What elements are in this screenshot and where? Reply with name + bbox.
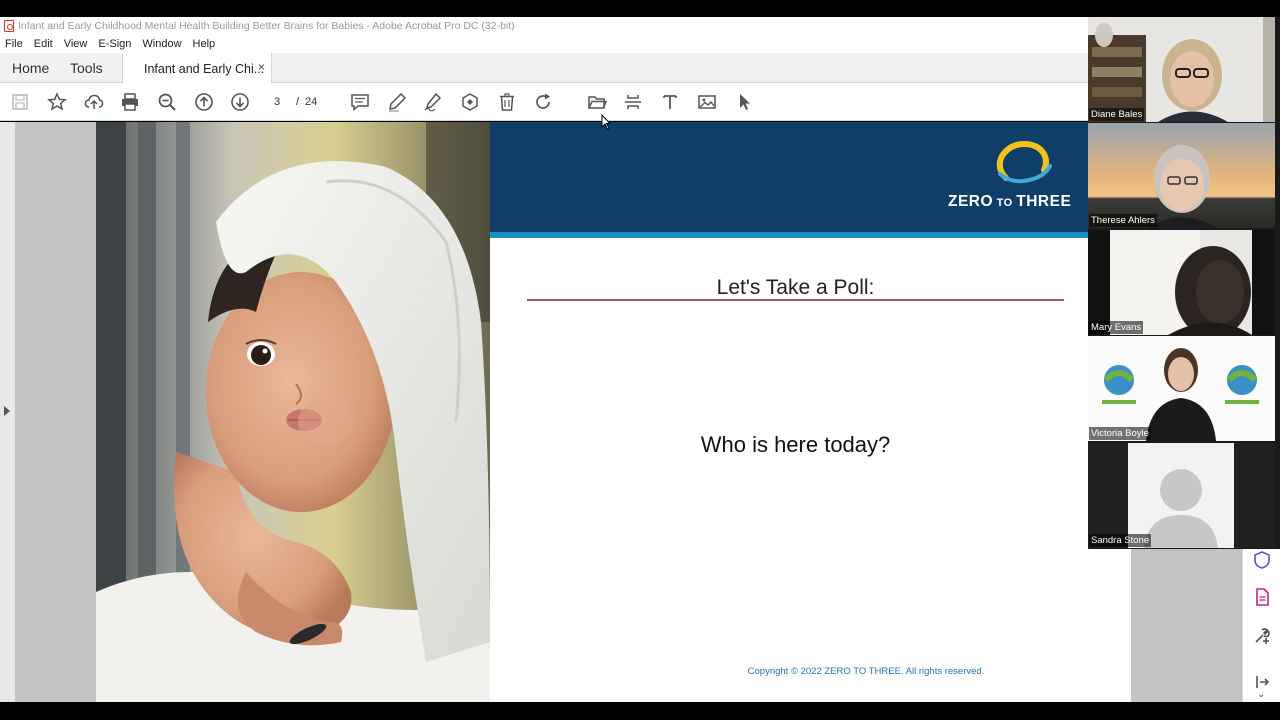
acrobat-pdf-icon bbox=[4, 20, 14, 32]
highlight-pen-icon[interactable] bbox=[386, 91, 408, 113]
protect-shield-icon[interactable] bbox=[1253, 551, 1271, 569]
slide-question: Who is here today? bbox=[700, 432, 891, 457]
menu-view[interactable]: View bbox=[64, 38, 88, 50]
menu-bar: File Edit View E-Sign Window Help bbox=[0, 35, 1088, 53]
next-page-icon[interactable] bbox=[229, 91, 251, 113]
stamp-icon[interactable] bbox=[459, 91, 481, 113]
video-tile-therese[interactable]: Therese Ahlers bbox=[1088, 123, 1275, 228]
previous-page-icon[interactable] bbox=[193, 91, 215, 113]
select-cursor-icon[interactable] bbox=[733, 91, 755, 113]
more-tools-icon[interactable] bbox=[1253, 627, 1271, 645]
participant-name: Diane Bales bbox=[1089, 108, 1145, 121]
expand-pane-arrow-icon[interactable] bbox=[4, 406, 10, 416]
screen: Infant and Early Childhood Mental Health… bbox=[0, 0, 1280, 720]
slide-title: Let's Take a Poll: bbox=[716, 276, 875, 299]
zoom-out-icon[interactable] bbox=[156, 91, 178, 113]
right-tools-pane: ⌄ bbox=[1242, 549, 1280, 702]
tab-tools[interactable]: Tools bbox=[70, 53, 103, 83]
add-image-icon[interactable] bbox=[696, 91, 718, 113]
comment-icon[interactable] bbox=[349, 91, 371, 113]
close-tab-icon[interactable]: × bbox=[258, 60, 265, 74]
save-icon[interactable] bbox=[9, 91, 31, 113]
menu-esign[interactable]: E-Sign bbox=[98, 38, 131, 50]
tab-document[interactable]: Infant and Early Chi... × bbox=[122, 53, 272, 84]
tab-document-label: Infant and Early Chi... bbox=[144, 61, 265, 76]
menu-file[interactable]: File bbox=[5, 38, 23, 50]
title-underline bbox=[527, 299, 1064, 301]
page-number-input[interactable]: 3 bbox=[262, 92, 292, 112]
pdf-page: ZERO TO THREE Let's Take a Poll: Who is … bbox=[96, 122, 1131, 702]
bookmark-star-icon[interactable] bbox=[46, 91, 68, 113]
video-tile-mary[interactable]: Mary Evans bbox=[1088, 230, 1275, 335]
rotate-icon[interactable] bbox=[532, 91, 554, 113]
open-folder-icon[interactable] bbox=[586, 91, 608, 113]
participant-name: Sandra Stone bbox=[1089, 534, 1152, 547]
page-separator: / bbox=[296, 96, 300, 108]
title-bar: Infant and Early Childhood Mental Health… bbox=[0, 17, 1088, 35]
toolbar: 3 / 24 bbox=[0, 83, 1088, 121]
print-icon[interactable] bbox=[119, 91, 141, 113]
mouse-pointer-icon bbox=[601, 114, 611, 130]
trash-icon[interactable] bbox=[496, 91, 518, 113]
add-text-icon[interactable] bbox=[659, 91, 681, 113]
page-total: 24 bbox=[305, 96, 318, 108]
video-tile-sandra[interactable]: Sandra Stone bbox=[1088, 443, 1275, 548]
menu-window[interactable]: Window bbox=[142, 38, 181, 50]
video-tile-victoria[interactable]: Victoria Boyle bbox=[1088, 336, 1275, 441]
scroll-region bbox=[1212, 549, 1242, 702]
cloud-upload-icon[interactable] bbox=[83, 91, 105, 113]
left-nav-pane bbox=[0, 122, 15, 702]
scroll-down-chevron-icon[interactable]: ⌄ bbox=[1257, 689, 1265, 700]
baby-photo bbox=[96, 122, 490, 702]
export-pdf-icon[interactable] bbox=[1253, 588, 1271, 606]
menu-edit[interactable]: Edit bbox=[34, 38, 53, 50]
window-title: Infant and Early Childhood Mental Health… bbox=[18, 20, 515, 32]
zero-to-three-logo-text: ZERO TO THREE bbox=[948, 193, 1072, 210]
video-tile-diane[interactable]: Diane Bales bbox=[1088, 17, 1275, 122]
tab-home[interactable]: Home bbox=[12, 53, 49, 83]
slide-header-stripe bbox=[490, 232, 1131, 238]
tab-bar: Home Tools Infant and Early Chi... × bbox=[0, 53, 1088, 84]
participant-name: Mary Evans bbox=[1089, 321, 1144, 334]
draw-signature-icon[interactable] bbox=[422, 91, 444, 113]
menu-help[interactable]: Help bbox=[193, 38, 216, 50]
participant-name: Therese Ahlers bbox=[1089, 214, 1157, 227]
scan-compress-icon[interactable] bbox=[622, 91, 644, 113]
zero-to-three-logo-icon bbox=[996, 140, 1052, 184]
participant-name: Victoria Boyle bbox=[1089, 427, 1151, 440]
copyright-footer: Copyright © 2022 ZERO TO THREE. All righ… bbox=[747, 666, 985, 677]
